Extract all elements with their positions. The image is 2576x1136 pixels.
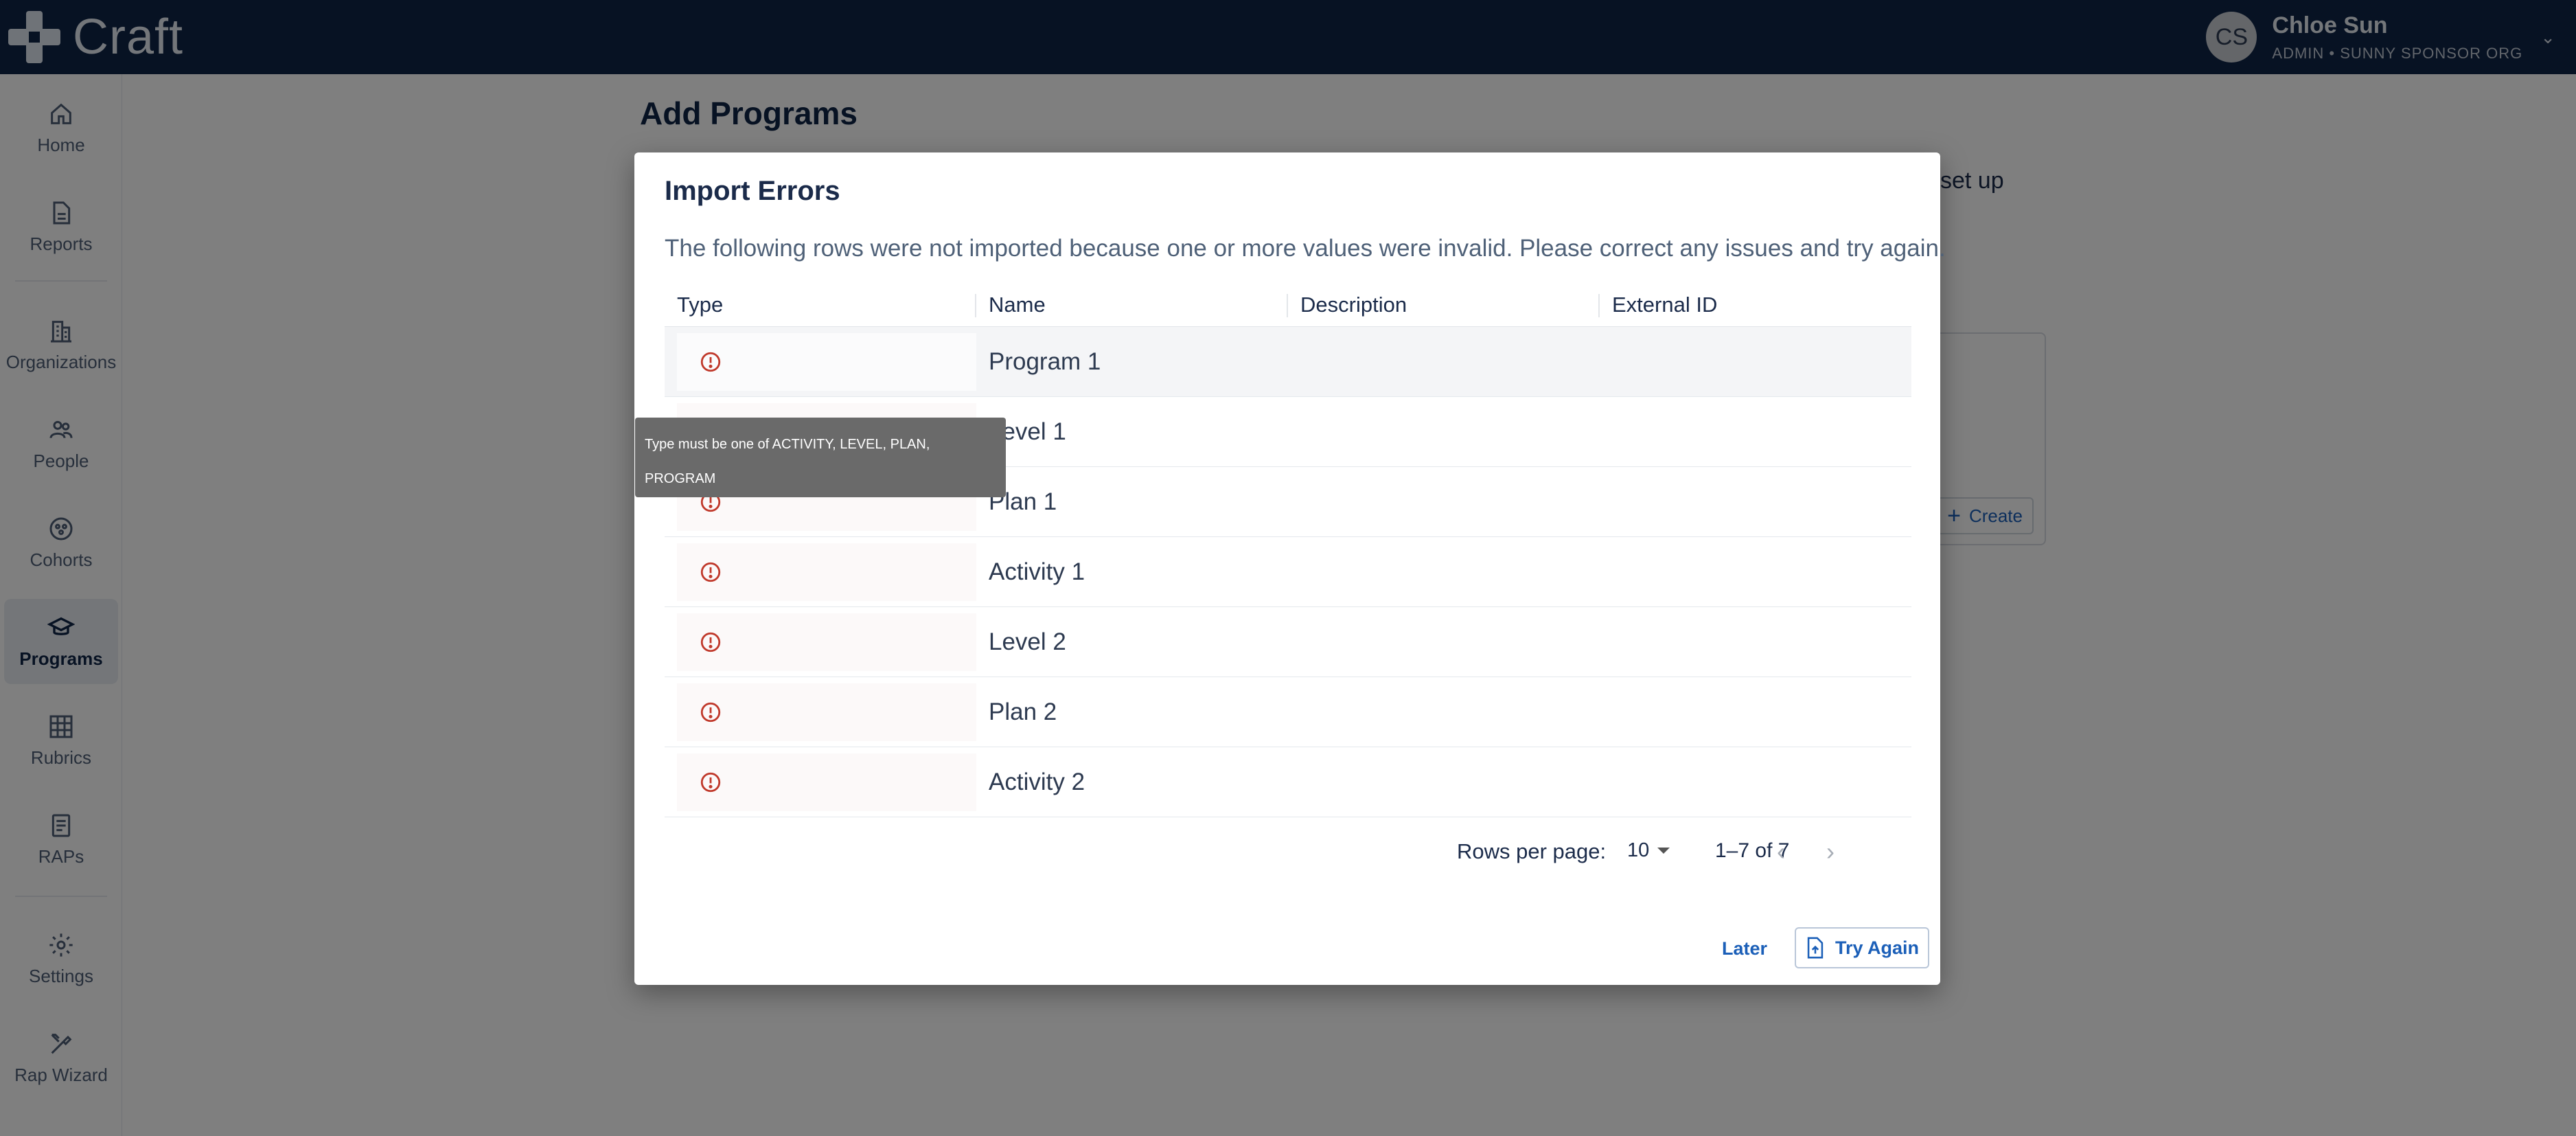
error-icon[interactable] [699,631,722,654]
chevron-right-icon: › [1826,837,1835,865]
try-again-label: Try Again [1835,937,1920,958]
dialog-title: Import Errors [665,176,840,206]
tooltip-text-line: PROGRAM [645,471,716,486]
rows-per-page-select[interactable]: 10 [1627,839,1670,862]
error-icon[interactable] [699,701,722,724]
rows-per-page-label: Rows per page: [1457,839,1607,863]
type-error-tooltip: Type must be one of ACTIVITY, LEVEL, PLA… [635,418,1006,497]
try-again-button[interactable]: Try Again [1795,927,1929,968]
table-row: Program 1 [665,327,1911,397]
next-page-button[interactable]: › [1817,837,1844,865]
error-icon[interactable] [699,350,722,374]
name-cell: Level 2 [989,628,1066,655]
type-cell[interactable] [677,332,976,391]
table-row: Level 2 [665,607,1911,677]
caret-down-icon [1657,848,1670,854]
type-cell[interactable] [677,613,976,671]
name-cell: Level 1 [989,418,1066,445]
type-cell[interactable] [677,683,976,741]
error-icon[interactable] [699,560,722,584]
table-pagination: Rows per page: 10 1–7 of 7 ‹ › [634,832,1940,874]
file-upload-icon [1807,937,1824,959]
table-header: Type Name Description External ID [665,283,1911,327]
previous-page-button[interactable]: ‹ [1767,837,1795,865]
type-cell[interactable] [677,753,976,811]
import-errors-dialog: Import Errors The following rows were no… [634,152,1946,985]
errors-table: Type Name Description External ID Progra… [665,283,1911,817]
error-icon[interactable] [699,771,722,794]
name-cell: Plan 1 [989,488,1057,515]
name-cell: Plan 2 [989,698,1057,725]
column-header-type[interactable]: Type [665,283,976,327]
dialog-description: The following rows were not imported bec… [665,235,1946,262]
column-header-description[interactable]: Description [1288,283,1600,327]
rows-per-page-value: 10 [1627,839,1650,861]
column-header-name[interactable]: Name [976,283,1288,327]
table-row: Activity 2 [665,747,1911,817]
later-button[interactable]: Later [1722,938,1767,959]
name-cell: Program 1 [989,348,1101,375]
name-cell: Activity 2 [989,768,1085,795]
table-row: Activity 1 [665,537,1911,607]
type-cell[interactable] [677,543,976,601]
chevron-left-icon: ‹ [1777,837,1785,865]
tooltip-text-line: Type must be one of ACTIVITY, LEVEL, PLA… [645,437,930,452]
column-header-external-id[interactable]: External ID [1600,283,1911,327]
name-cell: Activity 1 [989,558,1085,585]
table-row: Plan 2 [665,677,1911,747]
